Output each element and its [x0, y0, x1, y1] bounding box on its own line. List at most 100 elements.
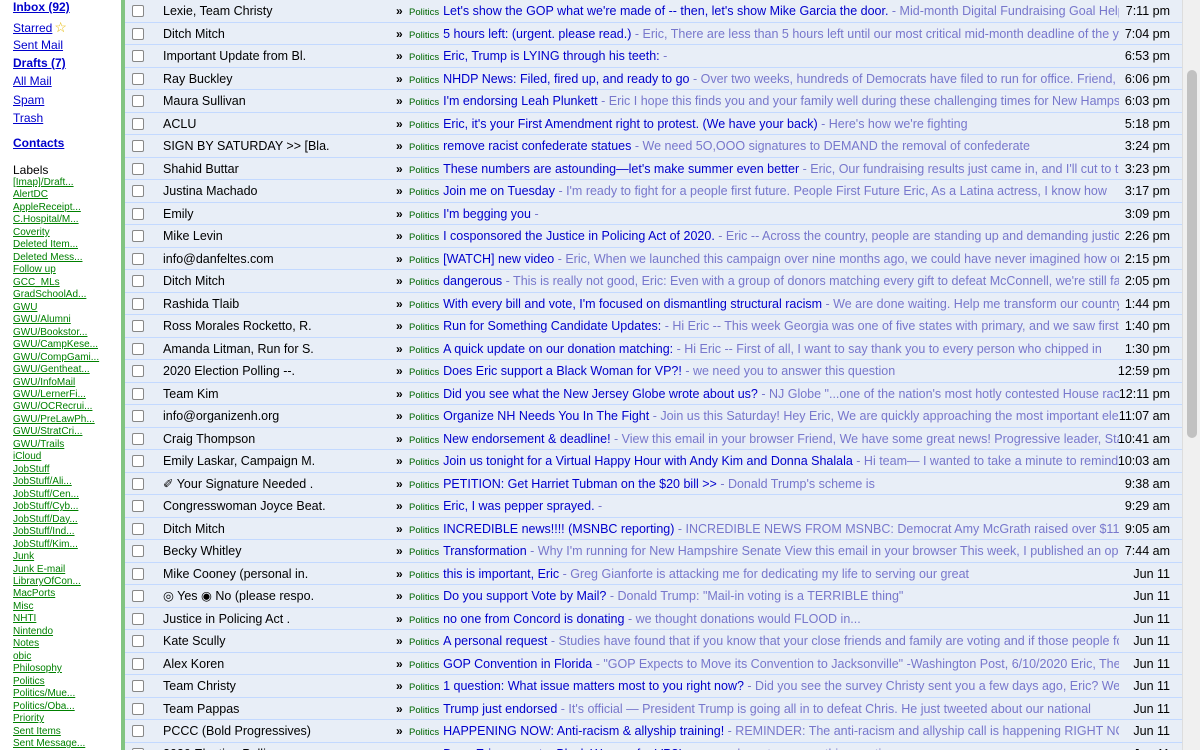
select-checkbox[interactable]: [132, 50, 144, 62]
nav-spam[interactable]: Spam: [13, 93, 44, 107]
select-checkbox[interactable]: [132, 230, 144, 242]
email-row[interactable]: 2020 Election Polling --. » PoliticsDoes E…: [125, 360, 1182, 383]
nav-sent-mail[interactable]: Sent Mail: [13, 38, 63, 52]
label-item[interactable]: Junk: [13, 551, 99, 563]
email-row[interactable]: Ditch Mitch » Politics dangerous - This is …: [125, 270, 1182, 293]
label-item[interactable]: GWU/OCRecrui...: [13, 401, 99, 413]
email-row[interactable]: Team Christy » Politics 1 question: What is…: [125, 675, 1182, 698]
label-item[interactable]: Priority: [13, 713, 99, 725]
label-item[interactable]: C.Hospital/M...: [13, 214, 99, 226]
select-checkbox[interactable]: [132, 162, 144, 175]
scrollbar[interactable]: [1182, 0, 1200, 750]
email-row[interactable]: Maura Sullivan » Politics I'm endorsing Lea…: [125, 90, 1182, 113]
label-item[interactable]: AppleReceipt...: [13, 202, 99, 214]
label-item[interactable]: Sent Items: [13, 726, 99, 738]
select-checkbox[interactable]: [132, 545, 144, 557]
select-checkbox[interactable]: [132, 95, 144, 107]
select-checkbox[interactable]: [132, 702, 144, 715]
select-checkbox[interactable]: [132, 185, 144, 197]
select-checkbox[interactable]: [132, 275, 144, 287]
nav-starred-label[interactable]: Starred: [13, 21, 52, 35]
label-item[interactable]: Politics/Oba...: [13, 701, 99, 713]
email-row[interactable]: info@danfeltes.com » Politics [WATCH] new v…: [125, 247, 1182, 270]
label-item[interactable]: JobStuff: [13, 464, 99, 476]
label-item[interactable]: GradSchoolAd...: [13, 289, 99, 301]
email-row[interactable]: Justice in Policing Act . » Politics no one…: [125, 607, 1182, 630]
email-row[interactable]: Kate Scully » Politics A personal request -…: [125, 630, 1182, 653]
label-item[interactable]: JobStuff/Ali...: [13, 476, 99, 488]
label-item[interactable]: [Imap]/Draft...: [13, 177, 99, 189]
label-item[interactable]: NHTI: [13, 613, 99, 625]
email-row[interactable]: Craig Thompson » Politics New endorsement &…: [125, 427, 1182, 450]
email-row[interactable]: Becky Whitley » Politics Transformation - W…: [125, 540, 1182, 563]
label-item[interactable]: GWU/CampKese...: [13, 339, 99, 351]
label-item[interactable]: Politics: [13, 676, 99, 688]
email-row[interactable]: Mike Levin » Politics I cosponsored the Jus…: [125, 225, 1182, 248]
label-item[interactable]: GWU/Alumni: [13, 314, 99, 326]
label-item[interactable]: Junk E-mail: [13, 564, 99, 576]
label-item[interactable]: JobStuff/Ind...: [13, 526, 99, 538]
select-checkbox[interactable]: [132, 27, 144, 40]
email-row[interactable]: info@organizenh.org » Politics Organize NH …: [125, 405, 1182, 428]
email-row[interactable]: 2020 Election Polling --. » PoliticsDoes E…: [125, 742, 1182, 750]
label-item[interactable]: GWU/Trails: [13, 439, 99, 451]
select-checkbox[interactable]: [132, 117, 144, 130]
label-item[interactable]: GWU: [13, 302, 99, 314]
email-row[interactable]: Ray Buckley » Politics NHDP News: Filed, fi…: [125, 67, 1182, 90]
label-item[interactable]: LibraryOfCon...: [13, 576, 99, 588]
label-item[interactable]: iCloud: [13, 451, 99, 463]
label-item[interactable]: JobStuff/Kim...: [13, 539, 99, 551]
select-checkbox[interactable]: [132, 410, 144, 422]
select-checkbox[interactable]: [132, 365, 144, 377]
nav-drafts[interactable]: Drafts (7): [13, 56, 66, 70]
label-item[interactable]: Coverity: [13, 227, 99, 239]
select-checkbox[interactable]: [132, 297, 144, 310]
select-checkbox[interactable]: [132, 72, 144, 85]
label-item[interactable]: GWU/InfoMail: [13, 377, 99, 389]
scrollbar-thumb[interactable]: [1187, 70, 1197, 438]
email-row[interactable]: Ross Morales Rocketto, R. » Politics Run fo…: [125, 315, 1182, 338]
select-checkbox[interactable]: [132, 567, 144, 580]
label-item[interactable]: GWU/StratCri...: [13, 426, 99, 438]
nav-contacts[interactable]: Contacts: [13, 136, 64, 150]
label-item[interactable]: GCC_MLs: [13, 277, 99, 289]
select-checkbox[interactable]: [132, 342, 144, 355]
select-checkbox[interactable]: [132, 320, 144, 332]
email-row[interactable]: Lexie, Team Christy » Politics Let's show t…: [125, 0, 1182, 23]
email-row[interactable]: ✐ Your Signature Needed . » Politics PETITI…: [125, 472, 1182, 495]
label-item[interactable]: Follow up: [13, 264, 99, 276]
nav-trash[interactable]: Trash: [13, 111, 43, 125]
email-row[interactable]: Team Pappas » Politics Trump just endorsed …: [125, 697, 1182, 720]
select-checkbox[interactable]: [132, 635, 144, 647]
email-row[interactable]: PCCC (Bold Progressives) » Politics HAPPENI…: [125, 720, 1182, 743]
label-item[interactable]: MacPorts: [13, 588, 99, 600]
select-checkbox[interactable]: [132, 252, 144, 265]
label-item[interactable]: Politics/Mue...: [13, 688, 99, 700]
select-checkbox[interactable]: [132, 432, 144, 445]
nav-all-mail[interactable]: All Mail: [13, 74, 52, 88]
select-checkbox[interactable]: [132, 5, 144, 17]
select-checkbox[interactable]: [132, 680, 144, 692]
label-item[interactable]: JobStuff/Cen...: [13, 489, 99, 501]
label-item[interactable]: GWU/CompGami...: [13, 352, 99, 364]
email-row[interactable]: Justina Machado » Politics Join me on Tuesd…: [125, 180, 1182, 203]
label-item[interactable]: Misc: [13, 601, 99, 613]
email-row[interactable]: Rashida Tlaib » Politics With every bill an…: [125, 292, 1182, 315]
label-item[interactable]: GWU/PreLawPh...: [13, 414, 99, 426]
label-item[interactable]: Deleted Item...: [13, 239, 99, 251]
select-checkbox[interactable]: [132, 590, 144, 602]
nav-inbox[interactable]: Inbox (92): [13, 0, 70, 14]
email-row[interactable]: Emily Laskar, Campaign M. » Politics Join u…: [125, 450, 1182, 473]
label-item[interactable]: Notes: [13, 638, 99, 650]
select-checkbox[interactable]: [132, 725, 144, 737]
label-item[interactable]: AlertDC: [13, 189, 99, 201]
select-checkbox[interactable]: [132, 500, 144, 512]
email-row[interactable]: SIGN BY SATURDAY >> [Bla. » Politics remove…: [125, 135, 1182, 158]
select-checkbox[interactable]: [132, 522, 144, 535]
email-row[interactable]: Ditch Mitch » Politics INCREDIBLE news!!!! …: [125, 517, 1182, 540]
label-item[interactable]: Sent Message...: [13, 738, 99, 750]
email-row[interactable]: Amanda Litman, Run for S. » Politics A quic…: [125, 337, 1182, 360]
email-row[interactable]: ACLU » Politics Eric, it's your First Amend…: [125, 112, 1182, 135]
label-item[interactable]: Philosophy: [13, 663, 99, 675]
email-row[interactable]: ◎ Yes ◉ No (please respo. » Politics Do you…: [125, 585, 1182, 608]
